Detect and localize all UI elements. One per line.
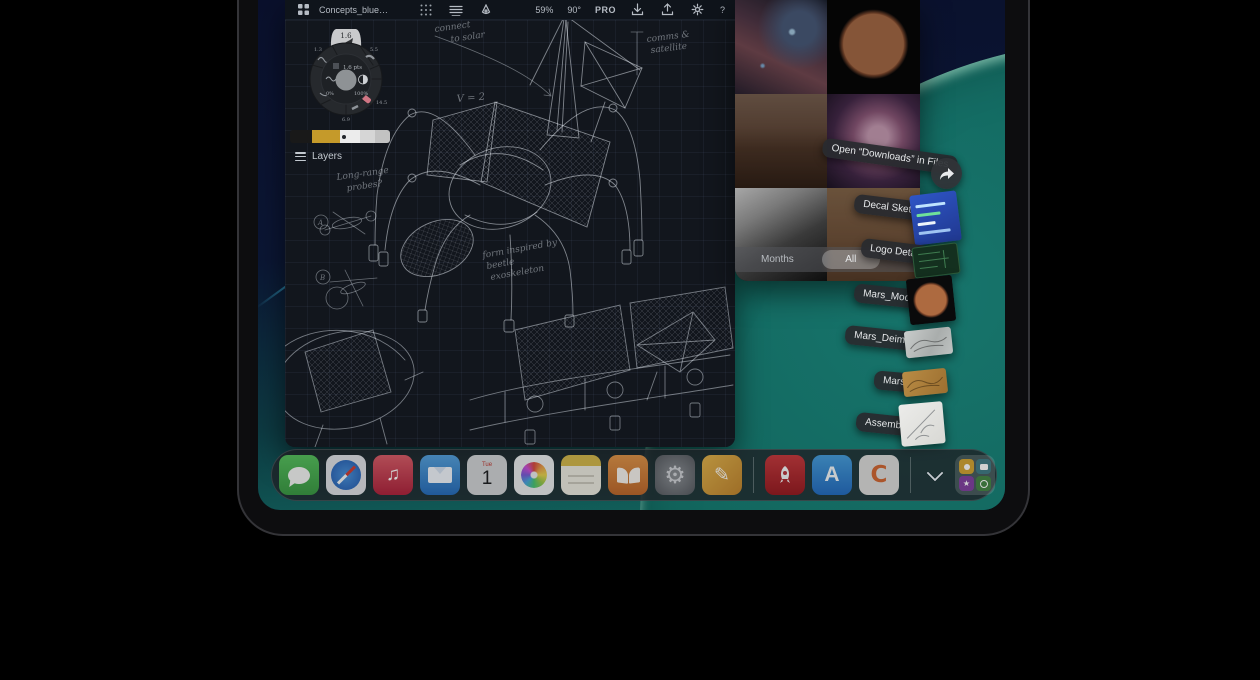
calendar-day: 1 [482, 469, 493, 489]
open-book-icon [617, 468, 639, 483]
canvas-rotation[interactable]: 90° [567, 5, 581, 15]
note-line [568, 482, 594, 484]
svg-text:100%: 100% [354, 91, 369, 97]
drag-thumb-mars-globe[interactable] [906, 275, 957, 326]
rocket-app-icon[interactable] [765, 455, 805, 495]
messages-app-icon[interactable] [279, 455, 319, 495]
svg-text:1.3: 1.3 [314, 47, 322, 53]
dock-divider [910, 457, 911, 493]
c-letter-icon: C [871, 462, 888, 488]
calendar-app-icon[interactable]: Tue 1 [467, 455, 507, 495]
horsehead-nebula-photo[interactable] [735, 0, 827, 94]
concepts-app-window: Concepts_blue… 59% 90° PRO [285, 0, 735, 447]
pod-sketch [285, 318, 423, 447]
chevron-down-icon [927, 464, 944, 481]
speech-bubble-icon [288, 467, 310, 484]
layers-button[interactable]: Layers [295, 151, 342, 162]
svg-text:1.6: 1.6 [340, 32, 352, 40]
camera-mini-icon [976, 459, 991, 474]
appstore-app-icon[interactable]: A [812, 455, 852, 495]
pro-badge[interactable]: PRO [595, 5, 616, 15]
envelope-icon [428, 467, 452, 483]
drag-thumb-gray-sketch[interactable] [904, 327, 954, 359]
document-title[interactable]: Concepts_blue… [319, 5, 388, 15]
import-icon[interactable] [630, 2, 646, 18]
dock-divider [753, 457, 754, 493]
notes-app-icon[interactable] [561, 455, 601, 495]
settings-app-icon[interactable]: ⚙ [655, 455, 695, 495]
mars-landscape-photo[interactable] [735, 94, 827, 188]
segment-months[interactable]: Months [761, 254, 794, 265]
svg-text:5.5: 5.5 [370, 47, 378, 53]
dock-chevron-button[interactable] [922, 455, 948, 495]
help-icon[interactable]: ? [720, 5, 725, 15]
svg-text:14.5: 14.5 [376, 100, 387, 106]
drag-thumb-white-sketch[interactable] [898, 401, 945, 447]
zoom-level[interactable]: 59% [535, 5, 553, 15]
compass-icon [331, 460, 361, 490]
music-app-icon[interactable]: ♫ [373, 455, 413, 495]
swatch-lightgray[interactable] [360, 130, 375, 143]
mars-globe-photo[interactable] [827, 0, 920, 94]
flower-icon [521, 462, 547, 488]
spider-rover-sketch [369, 20, 643, 332]
swatch-black[interactable] [290, 130, 312, 143]
c-app-icon[interactable]: C [859, 455, 899, 495]
dock: ♫ Tue 1 ⚙ ✎ A C ★ [271, 449, 997, 501]
books-app-icon[interactable] [608, 455, 648, 495]
ipad-screen: Concepts_blue… 59% 90° PRO [258, 0, 1005, 510]
layers-icon [295, 152, 306, 161]
star-mini-icon: ★ [959, 476, 974, 491]
note-line [568, 475, 594, 477]
drag-thumb-green-logo[interactable] [911, 242, 960, 278]
concepts-titlebar: Concepts_blue… 59% 90° PRO [285, 0, 735, 20]
export-share-icon[interactable] [660, 2, 676, 18]
svg-text:0%: 0% [326, 91, 334, 97]
music-note-icon: ♫ [386, 464, 400, 486]
svg-text:A: A [317, 219, 323, 227]
pen-tool-icon[interactable] [478, 2, 494, 18]
pen-icon: ✎ [714, 464, 730, 486]
settings-gear-icon[interactable] [690, 2, 706, 18]
svg-text:B: B [319, 274, 325, 282]
photos-app-icon[interactable] [514, 455, 554, 495]
swatch-gold[interactable] [312, 130, 340, 143]
mail-app-icon[interactable] [420, 455, 460, 495]
concepts-app-icon[interactable]: ✎ [702, 455, 742, 495]
ground-module-sketch [470, 287, 733, 444]
swatch-gray[interactable] [375, 130, 390, 143]
drag-thumb-blue-decal[interactable] [909, 190, 962, 245]
clock-mini-icon [976, 476, 991, 491]
app-home-icon[interactable] [295, 2, 311, 18]
svg-text:V = 2: V = 2 [456, 92, 485, 105]
tips-mini-icon [959, 459, 974, 474]
color-puck[interactable] [336, 70, 357, 91]
layers-panel-icon[interactable] [448, 2, 464, 18]
safari-app-icon[interactable] [326, 455, 366, 495]
rocket-icon [774, 464, 796, 486]
gear-icon: ⚙ [664, 461, 686, 489]
drag-thumb-tan-sketch[interactable] [902, 368, 948, 397]
open-in-files-icon[interactable] [931, 158, 962, 189]
color-palette-bar[interactable] [290, 130, 390, 143]
appstore-a-icon: A [824, 463, 839, 487]
selected-swatch-dot [342, 135, 346, 139]
brush-wheel[interactable]: 1.6 1.3 5.5 14.5 6.9 [300, 25, 392, 123]
layers-label: Layers [312, 151, 342, 162]
svg-text:form inspired by: form inspired by [481, 238, 559, 261]
precision-grid-icon[interactable] [418, 2, 434, 18]
svg-text:6.9: 6.9 [342, 117, 350, 123]
svg-text:to solar: to solar [450, 30, 486, 45]
app-library-icon[interactable]: ★ [955, 455, 995, 495]
